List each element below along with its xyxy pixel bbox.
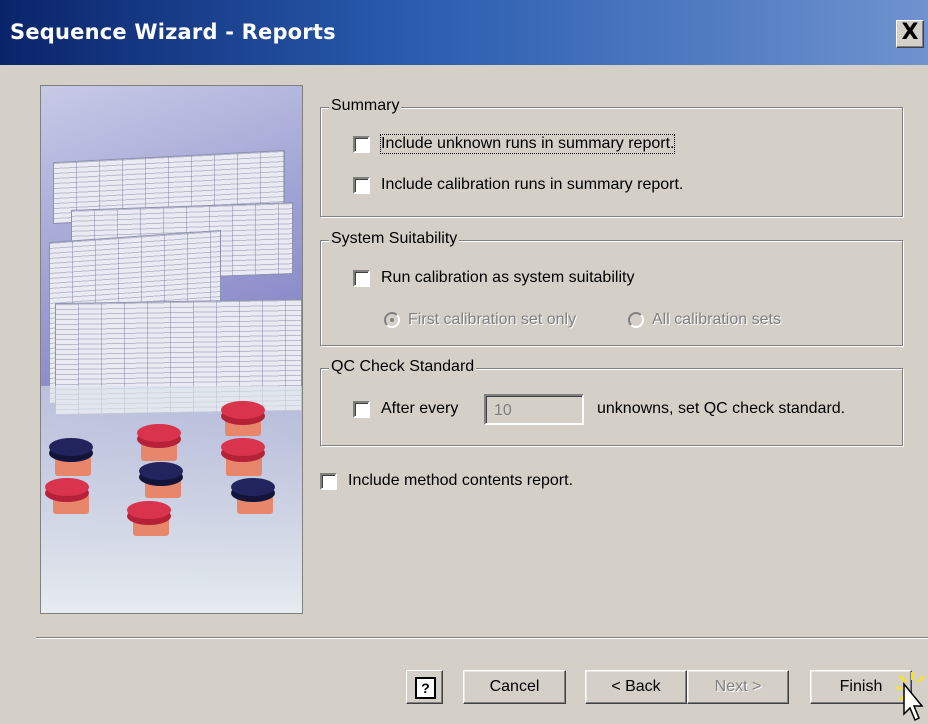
qc-legend: QC Check Standard — [329, 358, 477, 376]
unknown-runs-checkbox[interactable] — [353, 135, 370, 153]
unknown-runs-option[interactable]: Include unknown runs in summary report. — [353, 134, 676, 154]
wizard-illustration — [40, 85, 303, 614]
all-sets-option[interactable]: All calibration sets — [628, 311, 781, 329]
calibration-runs-checkbox[interactable] — [353, 176, 370, 194]
method-contents-checkbox[interactable] — [320, 472, 337, 490]
calibration-runs-option[interactable]: Include calibration runs in summary repo… — [353, 176, 683, 194]
run-calibration-checkbox[interactable] — [353, 269, 370, 287]
run-calibration-option[interactable]: Run calibration as system suitability — [353, 269, 634, 287]
title-bar[interactable]: Sequence Wizard - Reports X — [0, 0, 928, 65]
window-title: Sequence Wizard - Reports — [10, 20, 336, 44]
run-calibration-label: Run calibration as system suitability — [381, 269, 635, 286]
all-sets-radio[interactable] — [628, 312, 644, 328]
back-button[interactable]: < Back — [585, 670, 687, 704]
help-icon: ? — [415, 677, 436, 699]
qc-after-label: After every — [381, 400, 459, 417]
qc-option[interactable]: After every — [353, 400, 458, 418]
first-set-label: First calibration set only — [408, 311, 577, 328]
qc-checkbox[interactable] — [353, 400, 370, 418]
help-button[interactable]: ? — [406, 670, 443, 704]
cancel-button[interactable]: Cancel — [463, 670, 566, 704]
method-contents-option[interactable]: Include method contents report. — [320, 472, 573, 490]
suitability-group: System Suitability — [320, 230, 903, 346]
suitability-legend: System Suitability — [329, 230, 460, 248]
summary-legend: Summary — [329, 97, 402, 115]
mouse-pointer-icon — [896, 672, 925, 722]
calibration-runs-label: Include calibration runs in summary repo… — [381, 176, 684, 193]
first-set-radio[interactable] — [384, 312, 400, 328]
first-set-option[interactable]: First calibration set only — [384, 311, 576, 329]
button-separator — [36, 637, 928, 639]
summary-group: Summary — [320, 97, 903, 217]
method-contents-label: Include method contents report. — [348, 472, 574, 489]
next-button[interactable]: Next > — [687, 670, 789, 704]
qc-interval-input[interactable]: 10 — [484, 394, 584, 425]
unknown-runs-label: Include unknown runs in summary report. — [379, 134, 676, 154]
close-button[interactable]: X — [896, 20, 924, 48]
all-sets-label: All calibration sets — [652, 311, 781, 328]
qc-suffix-label: unknowns, set QC check standard. — [597, 400, 846, 417]
